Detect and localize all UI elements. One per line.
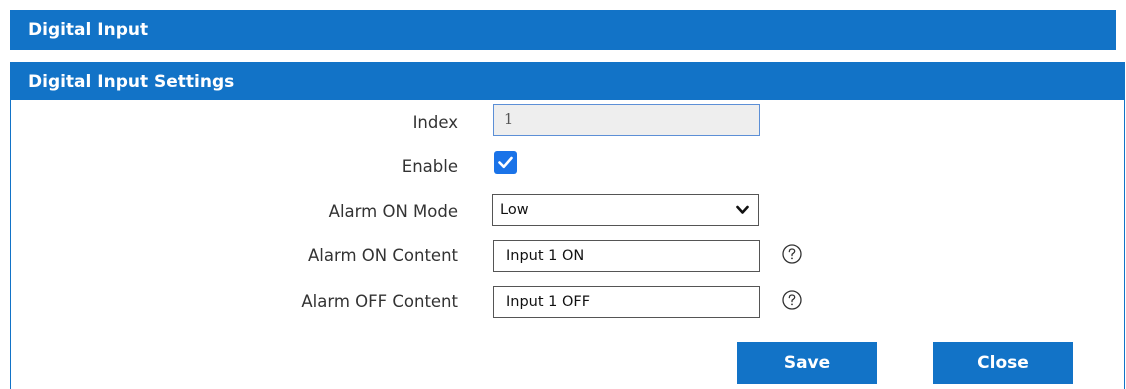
question-circle-icon[interactable] bbox=[781, 289, 803, 311]
close-button[interactable]: Close bbox=[933, 342, 1073, 384]
save-button[interactable]: Save bbox=[737, 342, 877, 384]
index-field: 1 bbox=[493, 104, 760, 136]
digital-input-window: Digital Input Digital Input Settings Ind… bbox=[0, 0, 1126, 389]
alarm-off-content-input[interactable]: Input 1 OFF bbox=[493, 286, 760, 318]
alarm-on-content-input[interactable]: Input 1 ON bbox=[493, 240, 760, 272]
alarm-on-mode-value: Low bbox=[500, 202, 529, 218]
index-label: Index bbox=[412, 113, 458, 132]
question-circle-icon[interactable] bbox=[781, 243, 803, 265]
alarm-on-mode-label: Alarm ON Mode bbox=[328, 202, 458, 221]
alarm-on-mode-select[interactable]: Low bbox=[492, 194, 759, 226]
enable-label: Enable bbox=[401, 157, 458, 176]
alarm-on-content-label: Alarm ON Content bbox=[308, 246, 458, 265]
section-title: Digital Input Settings bbox=[10, 62, 1125, 100]
enable-checkbox[interactable] bbox=[494, 151, 517, 174]
checkmark-icon bbox=[498, 156, 513, 169]
chevron-down-icon bbox=[736, 205, 749, 214]
alarm-off-content-label: Alarm OFF Content bbox=[301, 292, 458, 311]
page-title: Digital Input bbox=[10, 10, 1116, 50]
